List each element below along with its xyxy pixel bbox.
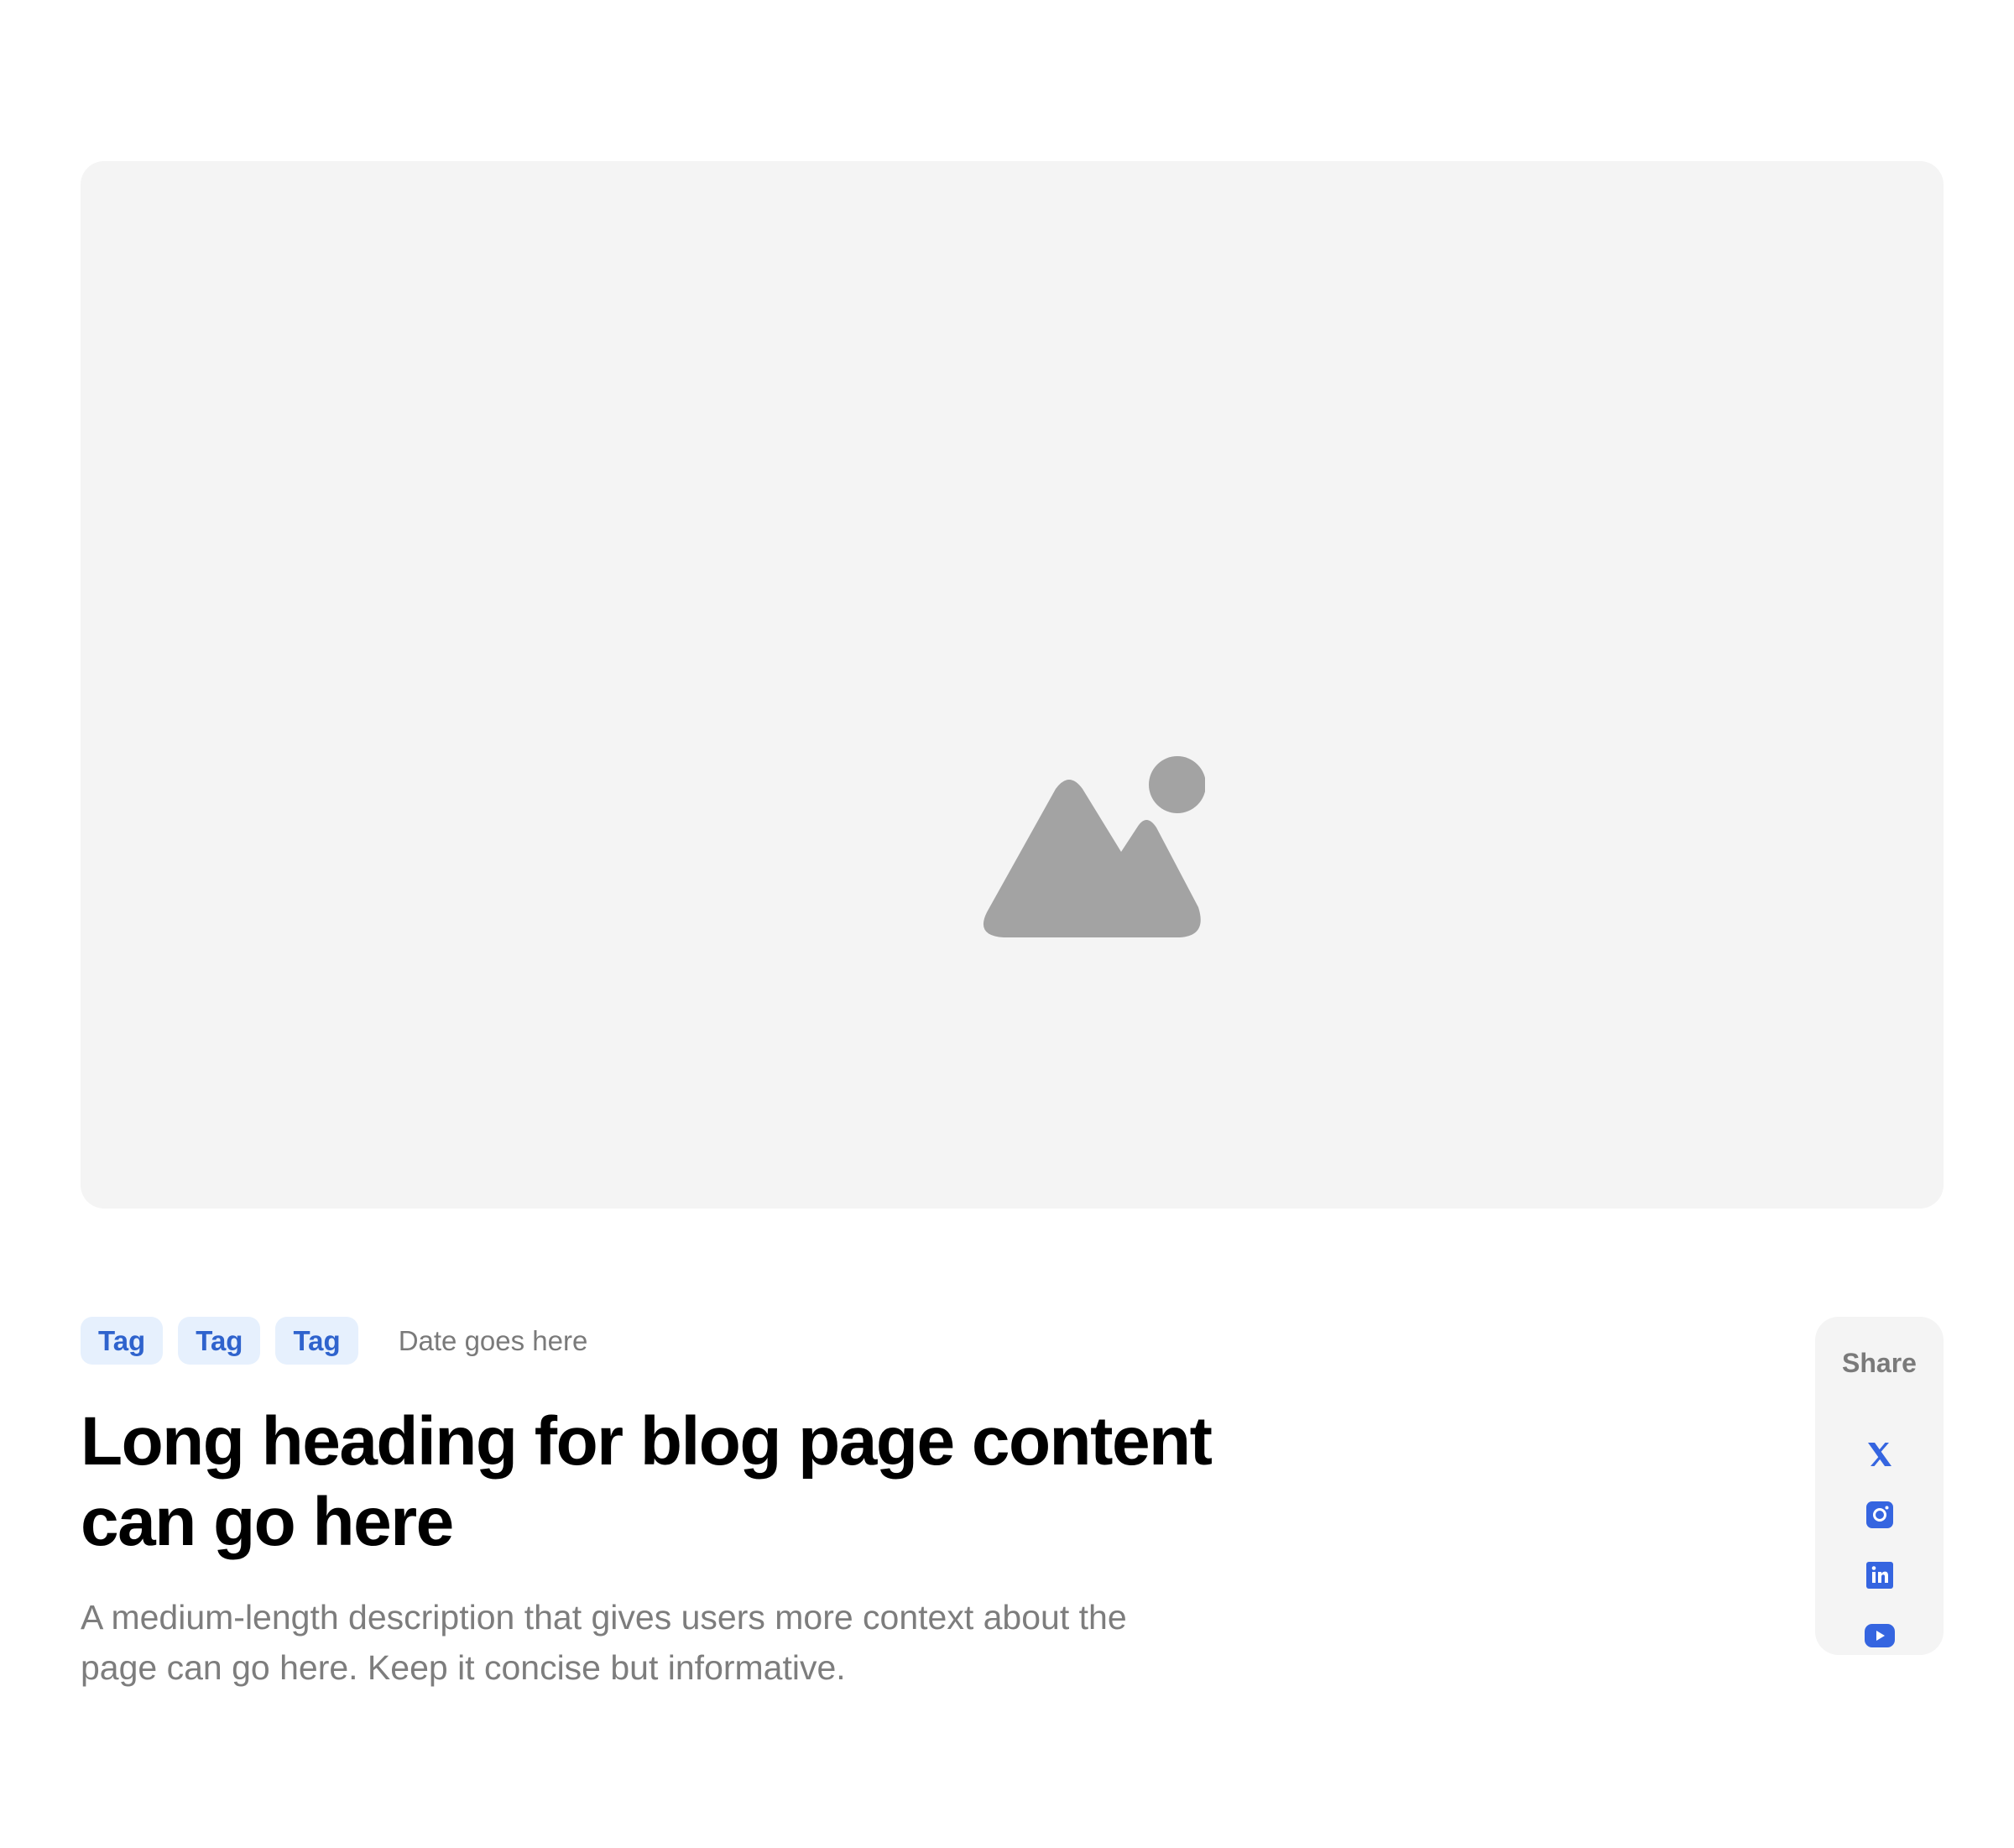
share-linkedin-button[interactable] (1860, 1556, 1898, 1594)
page-description: A medium-length description that gives u… (81, 1598, 1127, 1687)
linkedin-icon (1865, 1561, 1893, 1589)
share-label: Share (1842, 1348, 1917, 1378)
post-meta: Tag Tag Tag Date goes here (81, 1317, 587, 1365)
tag-badge[interactable]: Tag (178, 1317, 261, 1365)
share-panel: Share (1815, 1317, 1944, 1655)
share-instagram-button[interactable] (1860, 1496, 1898, 1533)
share-youtube-button[interactable] (1860, 1616, 1898, 1654)
image-placeholder-icon (983, 756, 1205, 937)
post-date: Date goes here (398, 1324, 588, 1356)
tag-badge[interactable]: Tag (275, 1317, 358, 1365)
tag-badge[interactable]: Tag (81, 1317, 164, 1365)
youtube-icon (1864, 1623, 1895, 1647)
x-icon (1867, 1442, 1891, 1466)
share-x-button[interactable] (1860, 1435, 1898, 1473)
page-title: Long heading for blog page content can g… (81, 1403, 1213, 1560)
hero-image-placeholder (81, 161, 1944, 1209)
instagram-icon (1865, 1501, 1893, 1528)
